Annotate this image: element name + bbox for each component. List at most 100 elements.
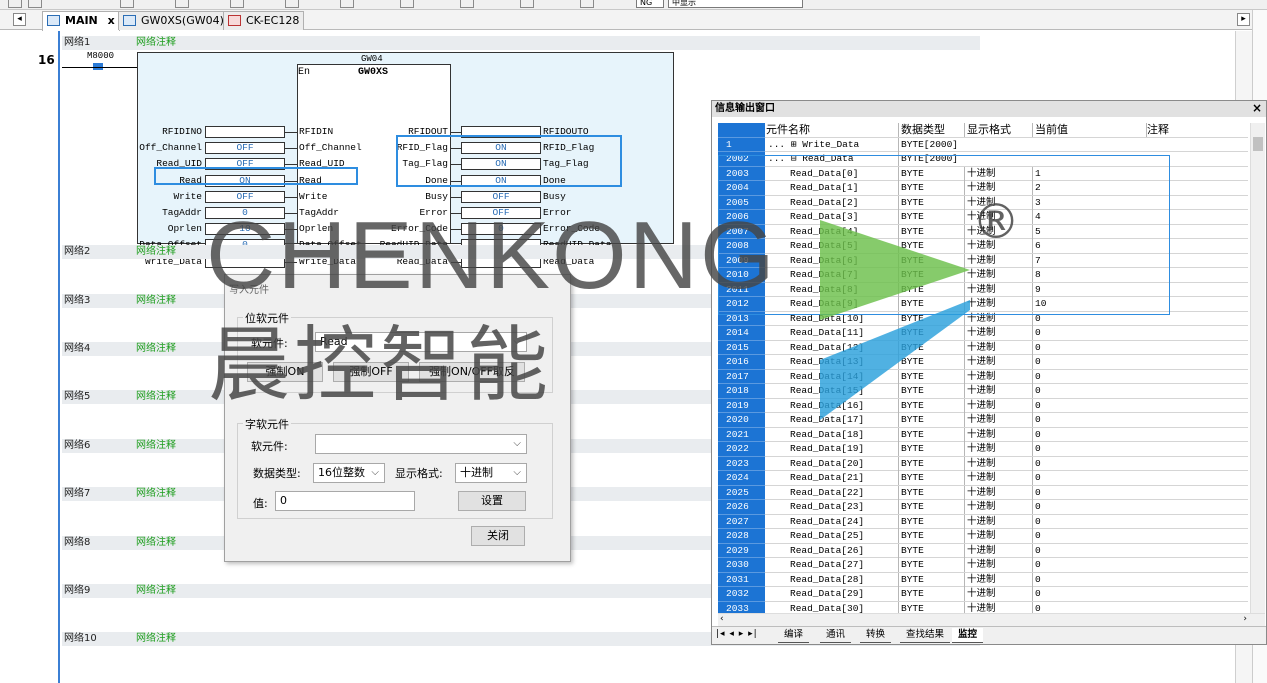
tab-nav-icon[interactable]: |◂ ◂ ▸ ▸| [716,629,758,639]
scroll-right-icon[interactable]: › [1243,614,1247,624]
row-value[interactable]: 0 [1032,413,1146,427]
row-value[interactable]: 0 [1032,369,1146,384]
close-button[interactable]: 关闭 [471,526,525,546]
network-header[interactable]: 网络1 网络注释 [62,36,980,50]
rung-line [62,67,138,68]
row-format[interactable]: 十进制 [964,427,1032,442]
vertical-scrollbar[interactable] [1250,123,1265,613]
row-value[interactable]: 0 [1032,514,1146,529]
row-format[interactable]: 十进制 [964,471,1032,485]
toolbar-icon[interactable] [120,0,134,8]
table-row[interactable]: 2022 Read_Data[19] BYTE 十进制 0 [718,442,1248,457]
tab-ck[interactable]: CK-EC128 [223,11,305,30]
tab-main[interactable]: MAIN x [42,11,120,31]
toolbar-icon[interactable] [8,0,22,8]
toolbar-icon[interactable] [520,0,534,8]
row-value[interactable]: 0 [1032,427,1146,442]
toolbar-combo-1[interactable]: NG [636,0,664,8]
header-value[interactable]: 当前值 [1032,123,1146,137]
table-row[interactable]: 2026 Read_Data[23] BYTE 十进制 0 [718,500,1248,515]
tab-compile[interactable]: 编译 [778,628,810,643]
table-row[interactable]: 2030 Read_Data[27] BYTE 十进制 0 [718,558,1248,573]
tab-communication[interactable]: 通讯 [820,628,852,643]
row-value[interactable]: 0 [1032,355,1146,369]
tab-convert[interactable]: 转换 [860,628,892,643]
row-value[interactable]: 0 [1032,587,1146,601]
row-value[interactable]: 0 [1032,572,1146,587]
table-row[interactable]: 1... ⊞ Write_Data BYTE[2000] [718,137,1248,152]
toolbar-icon[interactable] [580,0,594,8]
output-value[interactable]: OFF [461,190,541,203]
toolbar-icon[interactable] [175,0,189,8]
header-type[interactable]: 数据类型 [898,123,964,137]
set-button[interactable]: 设置 [458,491,526,511]
tab-gw[interactable]: GW0XS(GW04) [118,11,229,30]
tab-main-label: MAIN [65,14,98,27]
row-format[interactable]: 十进制 [964,485,1032,500]
row-value[interactable]: 0 [1032,543,1146,558]
row-value[interactable]: 0 [1032,456,1146,471]
toolbar-icon[interactable] [230,0,244,8]
input-value[interactable]: OFF [205,142,285,155]
row-format[interactable]: 十进制 [964,572,1032,587]
row-format[interactable]: 十进制 [964,558,1032,572]
header-format[interactable]: 显示格式 [964,123,1032,137]
table-row[interactable]: 2029 Read_Data[26] BYTE 十进制 0 [718,543,1248,558]
row-format[interactable]: 十进制 [964,514,1032,529]
row-type: BYTE [898,442,964,456]
row-value[interactable]: 0 [1032,500,1146,514]
data-type-combo[interactable]: 16位整数 ⌵ [313,463,385,483]
input-value[interactable]: OFF [205,190,285,203]
toolbar-icon[interactable] [460,0,474,8]
scroll-left-icon[interactable]: ‹ [720,614,724,624]
tab-close-icon[interactable]: x [108,14,115,27]
network-comment: 网络注释 [136,391,176,402]
value-input[interactable]: 0 [275,491,415,511]
tree-toggle-icon[interactable]: ... ⊞ [768,139,802,150]
toolbar-icon[interactable] [28,0,42,8]
horizontal-scrollbar[interactable]: ‹ › [718,613,1265,626]
header-comment[interactable]: 注释 [1146,123,1248,137]
table-row[interactable]: 2032 Read_Data[29] BYTE 十进制 0 [718,587,1248,602]
table-row[interactable]: 2031 Read_Data[28] BYTE 十进制 0 [718,572,1248,587]
display-format-combo[interactable]: 十进制 ⌵ [455,463,527,483]
table-row[interactable]: 2021 Read_Data[18] BYTE 十进制 0 [718,427,1248,442]
row-format[interactable]: 十进制 [964,456,1032,471]
row-format[interactable]: 十进制 [964,529,1032,543]
row-format[interactable]: 十进制 [964,587,1032,601]
row-value[interactable]: 0 [1032,442,1146,456]
row-value[interactable]: 0 [1032,384,1146,398]
toolbar-combo-2[interactable]: 中显示 [668,0,803,8]
row-value[interactable]: 0 [1032,485,1146,500]
close-icon[interactable]: × [1252,101,1262,115]
header-name[interactable]: 元件名称 [766,123,898,137]
row-value[interactable]: 0 [1032,529,1146,543]
scroll-thumb[interactable] [1253,137,1263,151]
toolbar-icon[interactable] [400,0,414,8]
table-row[interactable]: 2025 Read_Data[22] BYTE 十进制 0 [718,485,1248,500]
tab-monitor[interactable]: 监控 [952,628,984,643]
row-value[interactable]: 0 [1032,398,1146,413]
input-value[interactable] [205,126,285,138]
toolbar-icon[interactable] [285,0,299,8]
table-row[interactable]: 2027 Read_Data[24] BYTE 十进制 0 [718,514,1248,529]
row-format[interactable]: 十进制 [964,543,1032,558]
row-format[interactable]: 十进制 [964,442,1032,456]
tab-scroll-right-icon[interactable]: ▸ [1237,13,1250,26]
tab-scroll-left-icon[interactable]: ◂ [13,13,26,26]
word-element-combo[interactable]: ⌵ [315,434,527,454]
row-value[interactable]: 0 [1032,471,1146,485]
row-name: Read_Data[28] [790,573,865,585]
row-value[interactable]: 0 [1032,340,1146,355]
table-row[interactable]: 2024 Read_Data[21] BYTE 十进制 0 [718,471,1248,486]
table-row[interactable]: 2028 Read_Data[25] BYTE 十进制 0 [718,529,1248,544]
ladder-icon [47,15,60,26]
tab-find-results[interactable]: 查找结果 [900,628,951,643]
row-value[interactable]: 0 [1032,558,1146,572]
toolbar-icon[interactable] [340,0,354,8]
row-type: BYTE [898,427,964,442]
row-format[interactable]: 十进制 [964,500,1032,514]
row-name: Read_Data[22] [790,486,865,498]
table-row[interactable]: 2023 Read_Data[20] BYTE 十进制 0 [718,456,1248,471]
row-value[interactable]: 0 [1032,326,1146,340]
